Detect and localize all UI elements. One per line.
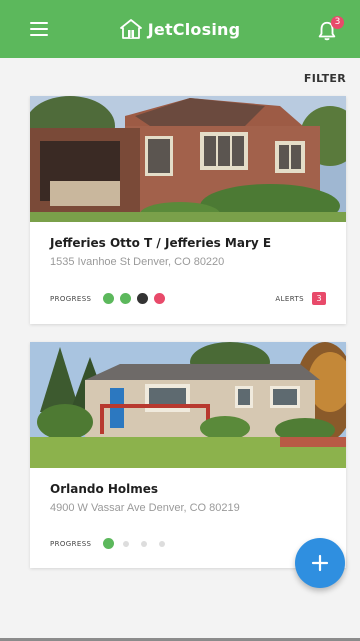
filter-button[interactable]: FILTER bbox=[304, 72, 346, 85]
progress-label: PROGRESS bbox=[50, 539, 92, 548]
progress-dot bbox=[123, 540, 130, 547]
transaction-title: Orlando Holmes bbox=[50, 482, 159, 496]
alerts-indicator[interactable]: ALERTS 3 bbox=[275, 292, 326, 305]
transaction-title: Jefferies Otto T / Jefferies Mary E bbox=[50, 236, 272, 250]
progress-dot bbox=[159, 540, 166, 547]
transaction-address: 1535 Ivanhoe St Denver, CO 80220 bbox=[50, 256, 225, 268]
progress-dot bbox=[137, 293, 149, 304]
progress-dot bbox=[103, 293, 115, 304]
notifications-button[interactable]: 3 bbox=[316, 16, 344, 42]
progress-indicator: PROGRESS bbox=[50, 293, 166, 304]
transaction-card[interactable]: Jefferies Otto T / Jefferies Mary E 1535… bbox=[30, 96, 346, 324]
property-photo bbox=[30, 342, 346, 468]
progress-indicator: PROGRESS bbox=[50, 538, 168, 549]
progress-label: PROGRESS bbox=[50, 294, 92, 303]
property-photo bbox=[30, 96, 346, 222]
transaction-meta: PROGRESS ALERTS 3 bbox=[50, 292, 326, 305]
alerts-count-badge: 3 bbox=[312, 292, 326, 305]
alerts-label: ALERTS bbox=[275, 294, 304, 303]
transaction-address: 4900 W Vassar Ave Denver, CO 80219 bbox=[50, 502, 240, 514]
menu-icon[interactable] bbox=[30, 22, 48, 36]
plus-icon bbox=[311, 554, 329, 572]
transaction-meta: PROGRESS bbox=[50, 538, 326, 549]
transaction-card[interactable]: Orlando Holmes 4900 W Vassar Ave Denver,… bbox=[30, 342, 346, 568]
notifications-badge: 3 bbox=[331, 16, 344, 29]
progress-dot bbox=[103, 538, 115, 549]
progress-dot bbox=[141, 540, 148, 547]
house-logo-icon bbox=[119, 19, 142, 39]
progress-dot bbox=[120, 293, 132, 304]
progress-dots bbox=[103, 538, 168, 549]
add-transaction-button[interactable] bbox=[295, 538, 345, 588]
progress-dot bbox=[154, 293, 166, 304]
brand: JetClosing bbox=[119, 19, 241, 39]
app-header: JetClosing 3 bbox=[0, 0, 360, 58]
brand-name: JetClosing bbox=[147, 19, 241, 39]
progress-dots bbox=[103, 293, 166, 304]
